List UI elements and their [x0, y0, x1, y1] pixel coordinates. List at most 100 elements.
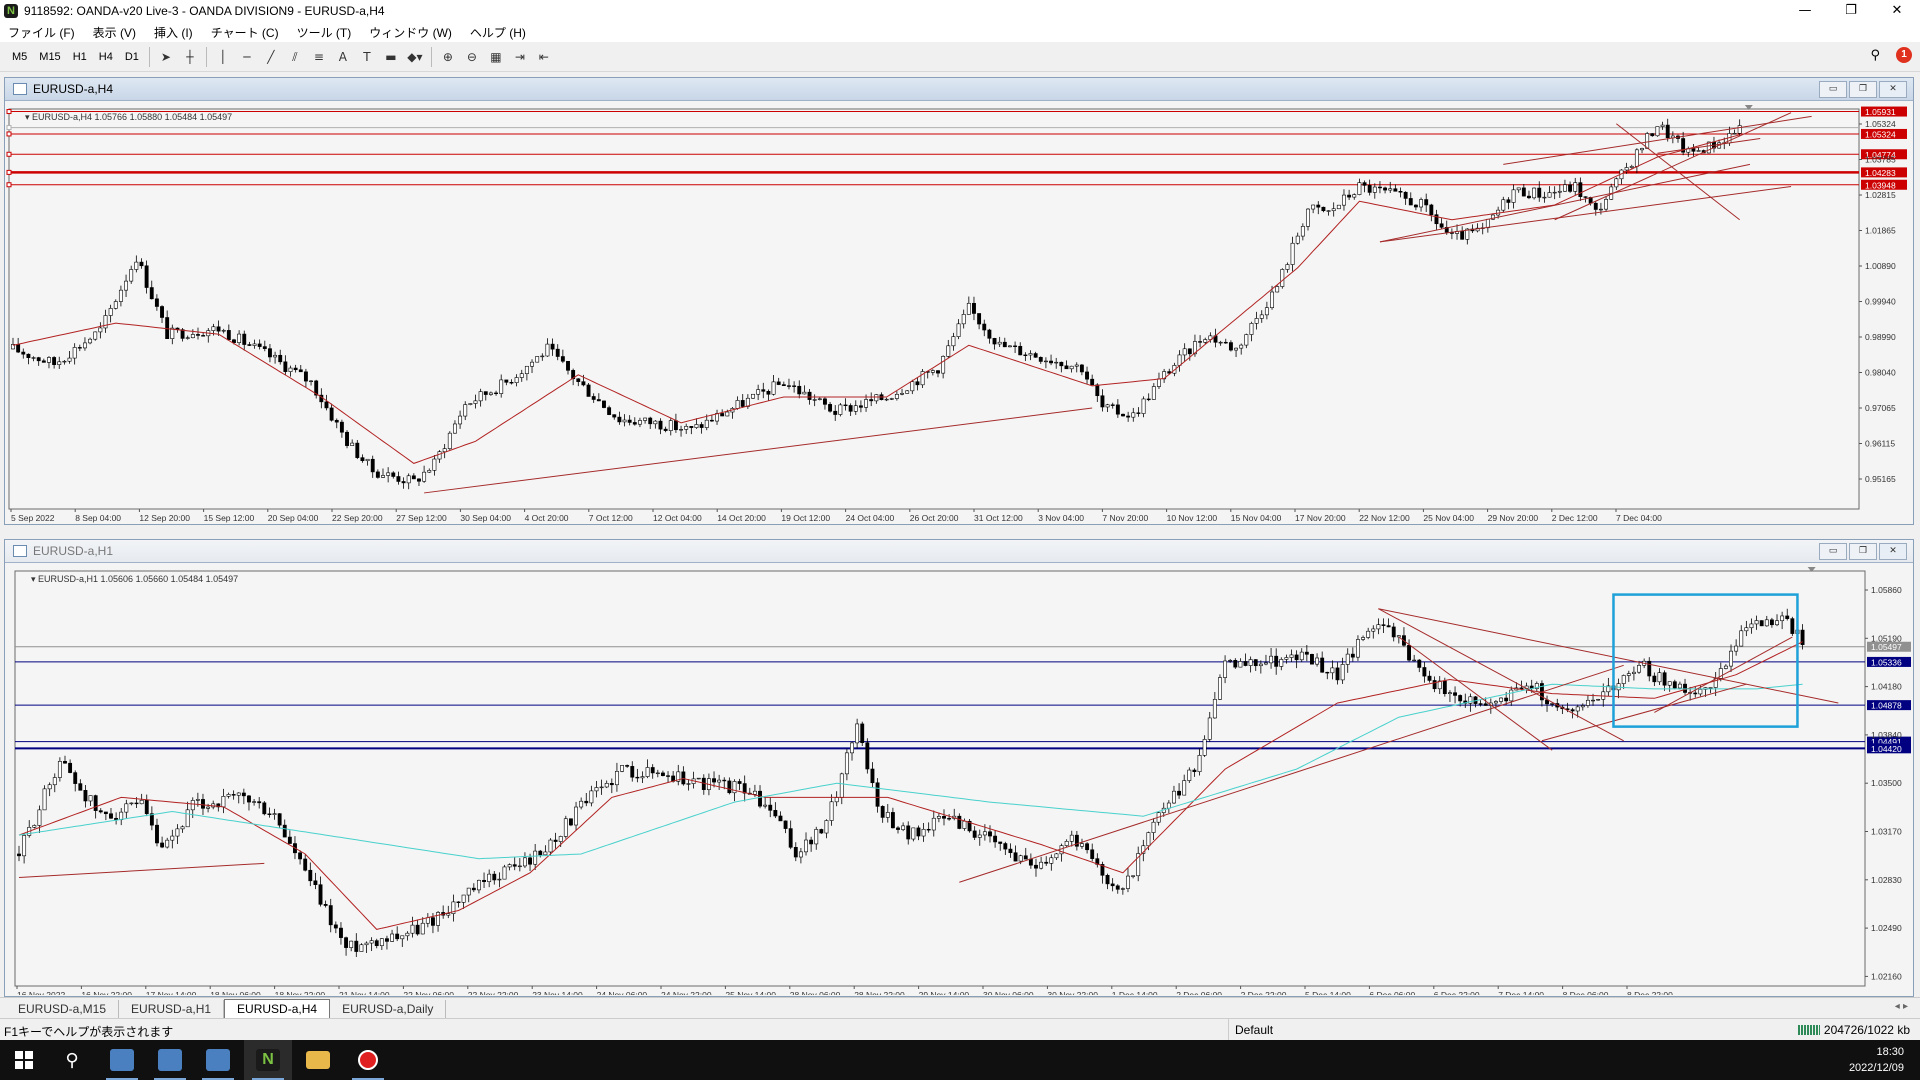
- candle-body: [761, 389, 766, 392]
- chart-window-h4[interactable]: EURUSD-a,H4 ▭ ❐ ✕ ▾ EURUSD-a,H4 1.05766 …: [4, 77, 1914, 525]
- y-tick-label: 1.03170: [1871, 827, 1902, 837]
- menu-file[interactable]: ファイル (F): [0, 24, 85, 41]
- start-button[interactable]: [0, 1040, 48, 1080]
- x-tick-label: 7 Dec 04:00: [1616, 513, 1662, 523]
- x-tick-label: 7 Nov 20:00: [1102, 513, 1148, 523]
- trendline-icon[interactable]: ╱: [259, 46, 283, 68]
- candle-body: [752, 790, 757, 795]
- chart-minimize-button[interactable]: ▭: [1819, 543, 1847, 560]
- candle-body: [1764, 619, 1769, 627]
- vertical-line-icon[interactable]: │: [211, 46, 235, 68]
- candle-body: [1708, 687, 1713, 689]
- taskbar-search-icon[interactable]: ⚲: [48, 1040, 96, 1080]
- candle-body: [838, 404, 843, 415]
- menu-view[interactable]: 表示 (V): [85, 24, 146, 41]
- taskbar-app-3[interactable]: [194, 1040, 242, 1080]
- cursor-icon[interactable]: ➤: [154, 46, 178, 68]
- tab-eurusd-h1[interactable]: EURUSD-a,H1: [119, 1000, 225, 1018]
- chart-window-header[interactable]: EURUSD-a,H1 ▭ ❐ ✕: [5, 540, 1913, 563]
- chart-window-header[interactable]: EURUSD-a,H4 ▭ ❐ ✕: [5, 78, 1913, 101]
- x-tick-label: 10 Nov 12:00: [1167, 513, 1218, 523]
- price-chart-h4[interactable]: ▾ EURUSD-a,H4 1.05766 1.05880 1.05484 1.…: [5, 101, 1911, 523]
- candle-body: [1294, 654, 1299, 661]
- candle-body: [1516, 187, 1521, 191]
- candle-body: [390, 933, 395, 942]
- candle-body: [915, 381, 920, 386]
- timeframe-m15[interactable]: M15: [33, 47, 66, 67]
- chart-restore-button[interactable]: ❐: [1849, 543, 1877, 560]
- shapes-dropdown-icon[interactable]: ◆▾: [403, 46, 427, 68]
- auto-scroll-icon[interactable]: ⇤: [532, 46, 556, 68]
- toolbar: M5 M15 H1 H4 D1 ➤ ┼ │ ─ ╱ ⫽ ≡ A T ▬ ◆▾ ⊕…: [0, 43, 1920, 72]
- candle-body: [232, 339, 236, 343]
- chart-close-button[interactable]: ✕: [1879, 81, 1907, 98]
- candle-body: [1403, 191, 1408, 199]
- menu-window[interactable]: ウィンドウ (W): [361, 24, 462, 41]
- candle-body: [1521, 187, 1526, 197]
- y-tick-label: 1.02815: [1865, 190, 1896, 200]
- menu-insert[interactable]: 挿入 (I): [146, 24, 203, 41]
- candle-body: [1367, 185, 1372, 193]
- taskbar-recorder[interactable]: [344, 1040, 392, 1080]
- chart-close-button[interactable]: ✕: [1879, 543, 1907, 560]
- candle-body: [1677, 683, 1682, 689]
- candle-body: [1532, 187, 1537, 199]
- tab-eurusd-daily[interactable]: EURUSD-a,Daily: [330, 1000, 447, 1018]
- menu-chart[interactable]: チャート (C): [203, 24, 289, 41]
- candle-body: [262, 346, 267, 349]
- tab-scroll-arrows-icon[interactable]: ◂ ▸: [1895, 1001, 1908, 1012]
- minimize-button[interactable]: —: [1782, 0, 1828, 22]
- menu-tools[interactable]: ツール (T): [289, 24, 362, 41]
- timeframe-h4[interactable]: H4: [93, 47, 119, 67]
- timeframe-m5[interactable]: M5: [6, 47, 33, 67]
- close-button[interactable]: ✕: [1874, 0, 1920, 22]
- chart-minimize-button[interactable]: ▭: [1819, 81, 1847, 98]
- x-tick-label: 23 Nov 14:00: [532, 990, 583, 995]
- tab-eurusd-h4[interactable]: EURUSD-a,H4: [224, 999, 331, 1018]
- rectangle-icon[interactable]: ▬: [379, 46, 403, 68]
- maximize-button[interactable]: ❐: [1828, 0, 1874, 22]
- y-tick-label: 1.05860: [1871, 585, 1902, 595]
- y-tick-label: 0.95165: [1865, 474, 1896, 484]
- channel-icon[interactable]: ⫽: [283, 46, 307, 68]
- candle-body: [1696, 150, 1701, 152]
- candle-body: [509, 382, 514, 384]
- taskbar-app-1[interactable]: [98, 1040, 146, 1080]
- menu-help[interactable]: ヘルプ (H): [462, 24, 536, 41]
- candle-body: [1080, 843, 1084, 847]
- candle-body: [21, 351, 26, 355]
- candle-body: [1448, 692, 1452, 695]
- x-tick-label: 1 Dec 14:00: [1112, 990, 1158, 995]
- title-bar: N 9118592: OANDA-v20 Live-3 - OANDA DIVI…: [0, 0, 1920, 22]
- candle-body: [890, 812, 895, 829]
- folder-icon: [306, 1051, 330, 1069]
- taskbar-explorer[interactable]: [294, 1040, 342, 1080]
- crosshair-icon[interactable]: ┼: [178, 46, 202, 68]
- candle-body: [1018, 855, 1023, 862]
- zoom-out-icon[interactable]: ⊖: [460, 46, 484, 68]
- fibonacci-icon[interactable]: ≡: [307, 46, 331, 68]
- notification-badge[interactable]: 1: [1896, 47, 1912, 63]
- chart-window-h1[interactable]: EURUSD-a,H1 ▭ ❐ ✕ ▾ EURUSD-a,H1 1.05606 …: [4, 539, 1914, 997]
- taskbar-oanda[interactable]: N: [244, 1040, 292, 1080]
- candle-body: [824, 820, 829, 834]
- candle-body: [1372, 186, 1377, 193]
- timeframe-h1[interactable]: H1: [67, 47, 93, 67]
- text-icon[interactable]: A: [331, 46, 355, 68]
- taskbar-clock[interactable]: 18:30 2022/12/09: [1849, 1044, 1904, 1076]
- tile-windows-icon[interactable]: ▦: [484, 46, 508, 68]
- chart-restore-button[interactable]: ❐: [1849, 81, 1877, 98]
- level-handle: [6, 131, 12, 137]
- windows-taskbar: ⚲ N 18:30 2022/12/09: [0, 1040, 1920, 1080]
- horizontal-line-icon[interactable]: ─: [235, 46, 259, 68]
- taskbar-app-2[interactable]: [146, 1040, 194, 1080]
- zoom-in-icon[interactable]: ⊕: [436, 46, 460, 68]
- timeframe-d1[interactable]: D1: [119, 47, 145, 67]
- candle-body: [717, 779, 722, 783]
- chart-shift-icon[interactable]: ⇥: [508, 46, 532, 68]
- search-icon[interactable]: ⚲: [1870, 48, 1880, 63]
- text-label-icon[interactable]: T: [355, 46, 379, 68]
- price-chart-h1[interactable]: ▾ EURUSD-a,H1 1.05606 1.05660 1.05484 1.…: [5, 563, 1911, 995]
- candle-body: [1557, 190, 1562, 193]
- tab-eurusd-m15[interactable]: EURUSD-a,M15: [6, 1000, 120, 1018]
